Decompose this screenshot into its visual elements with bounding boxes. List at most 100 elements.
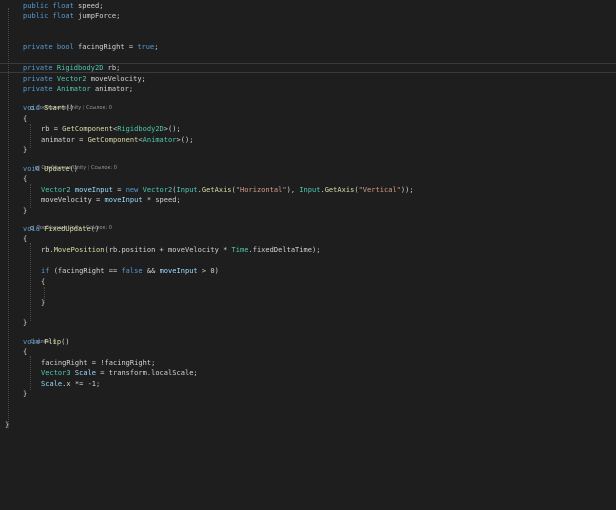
code-line[interactable]: private Animator animator; [23,84,133,95]
code-token: animator = [41,136,88,144]
code-token: } [23,319,28,327]
code-token: rb = [41,125,63,133]
code-token: private [23,64,53,72]
code-token: private [23,75,53,83]
code-line[interactable]: { [23,347,27,358]
code-token: FixedUpdate [44,225,91,233]
code-editor[interactable]: public float speed; public float jumpFor… [0,0,616,510]
code-token: public [23,12,49,20]
code-token: "Vertical" [358,186,401,194]
code-line[interactable]: animator = GetComponent<Animator>(); [41,135,193,146]
code-token: Input [176,186,198,194]
code-token: GetComponent [62,125,113,133]
code-token: ), [286,186,300,194]
code-token: moveInput [104,196,143,204]
code-token: private [23,43,53,51]
code-token: .x *= -1; [62,380,101,388]
code-line[interactable]: Scale.x *= -1; [41,379,100,390]
code-line[interactable]: } [23,145,27,156]
code-token: Vector3 [41,369,71,377]
codelens-update[interactable]: Сообщение Unity | Ссылок: 0 [29,156,117,171]
code-line[interactable]: { [23,174,27,185]
code-token: )); [400,186,414,194]
code-token: float [52,12,74,20]
code-line[interactable]: { [23,234,27,245]
indent-guide-start [30,124,31,148]
code-token: } [41,299,46,307]
code-token: { [23,348,28,356]
code-token: Vector2 [41,186,71,194]
code-line[interactable]: void FixedUpdate() [23,224,99,235]
code-line[interactable]: if (facingRight == false && moveInput > … [41,266,219,277]
code-token: (rb.position + moveVelocity * [104,246,232,254]
code-token: moveInput [159,267,198,275]
code-token: Time [231,246,249,254]
code-token: void [23,104,40,112]
codelens-fixedupdate[interactable]: Сообщение Unity | Ссылок: 0 [24,216,112,231]
code-token: animator; [90,85,134,93]
code-token: (facingRight == [49,267,122,275]
indent-guide-update [30,184,31,208]
code-token: { [23,175,28,183]
code-token: facingRight = !facingRight; [41,359,156,367]
code-token: = [112,186,126,194]
code-token: rb. [41,246,54,254]
code-token: private [23,85,53,93]
code-token: >(); [176,136,194,144]
code-line[interactable]: void Start() [23,103,74,114]
code-line[interactable]: private bool facingRight = true; [23,42,159,53]
code-line[interactable]: void Flip() [23,337,70,348]
code-line[interactable]: Vector3 Scale = transform.localScale; [41,368,198,379]
code-line[interactable]: rb.MovePosition(rb.position + moveVeloci… [41,245,320,256]
code-token: true [137,43,155,51]
code-token: } [23,390,28,398]
code-token: void [23,165,40,173]
code-line[interactable]: moveVelocity = moveInput * speed; [41,195,181,206]
code-token: } [23,207,28,215]
code-token: void [23,338,40,346]
indent-guide-fixed [30,243,31,321]
code-token: { [41,278,46,286]
code-token: void [23,225,40,233]
code-line[interactable]: } [23,318,27,329]
code-token: } [23,146,28,154]
indent-guide-class [8,8,9,428]
codelens-refs[interactable]: Ссылок: 0 [91,165,117,171]
indent-guide-flip [30,356,31,390]
code-token: Scale [74,369,97,377]
code-token: >(); [163,125,181,133]
code-line[interactable]: rb = GetComponent<Rigidbody2D>(); [41,124,181,135]
code-token: Scale [41,380,63,388]
code-token: Rigidbody2D [117,125,164,133]
code-token: () [69,165,79,173]
code-line[interactable]: { [23,114,27,125]
code-token: { [23,115,28,123]
code-line[interactable]: public float jumpForce; [23,11,120,22]
codelens-refs[interactable]: Ссылок: 0 [86,105,112,111]
code-token: Update [44,165,70,173]
code-token: Animator [56,85,91,93]
code-token: facingRight = [73,43,138,51]
code-token: new [125,186,139,194]
code-token: public [23,2,49,10]
code-line[interactable]: } [5,420,9,431]
code-token: jumpForce; [73,12,121,20]
code-token: Input [299,186,321,194]
code-line[interactable]: } [41,298,45,309]
code-token: () [65,104,74,112]
code-token: Start [44,104,66,112]
code-token: MovePosition [53,246,105,254]
code-line[interactable]: } [23,389,27,400]
code-token: .fixedDeltaTime); [248,246,321,254]
code-token: } [5,421,10,429]
code-token: && [142,267,160,275]
code-token: > 0) [197,267,219,275]
code-line[interactable]: void Update() [23,164,78,175]
code-token: GetAxis [201,186,232,194]
code-token: "Horizontal" [235,186,287,194]
code-token: false [121,267,143,275]
code-line[interactable]: { [41,277,45,288]
code-line[interactable]: private Rigidbody2D rb; [23,63,120,74]
code-token: () [90,225,100,233]
code-token: { [23,235,28,243]
